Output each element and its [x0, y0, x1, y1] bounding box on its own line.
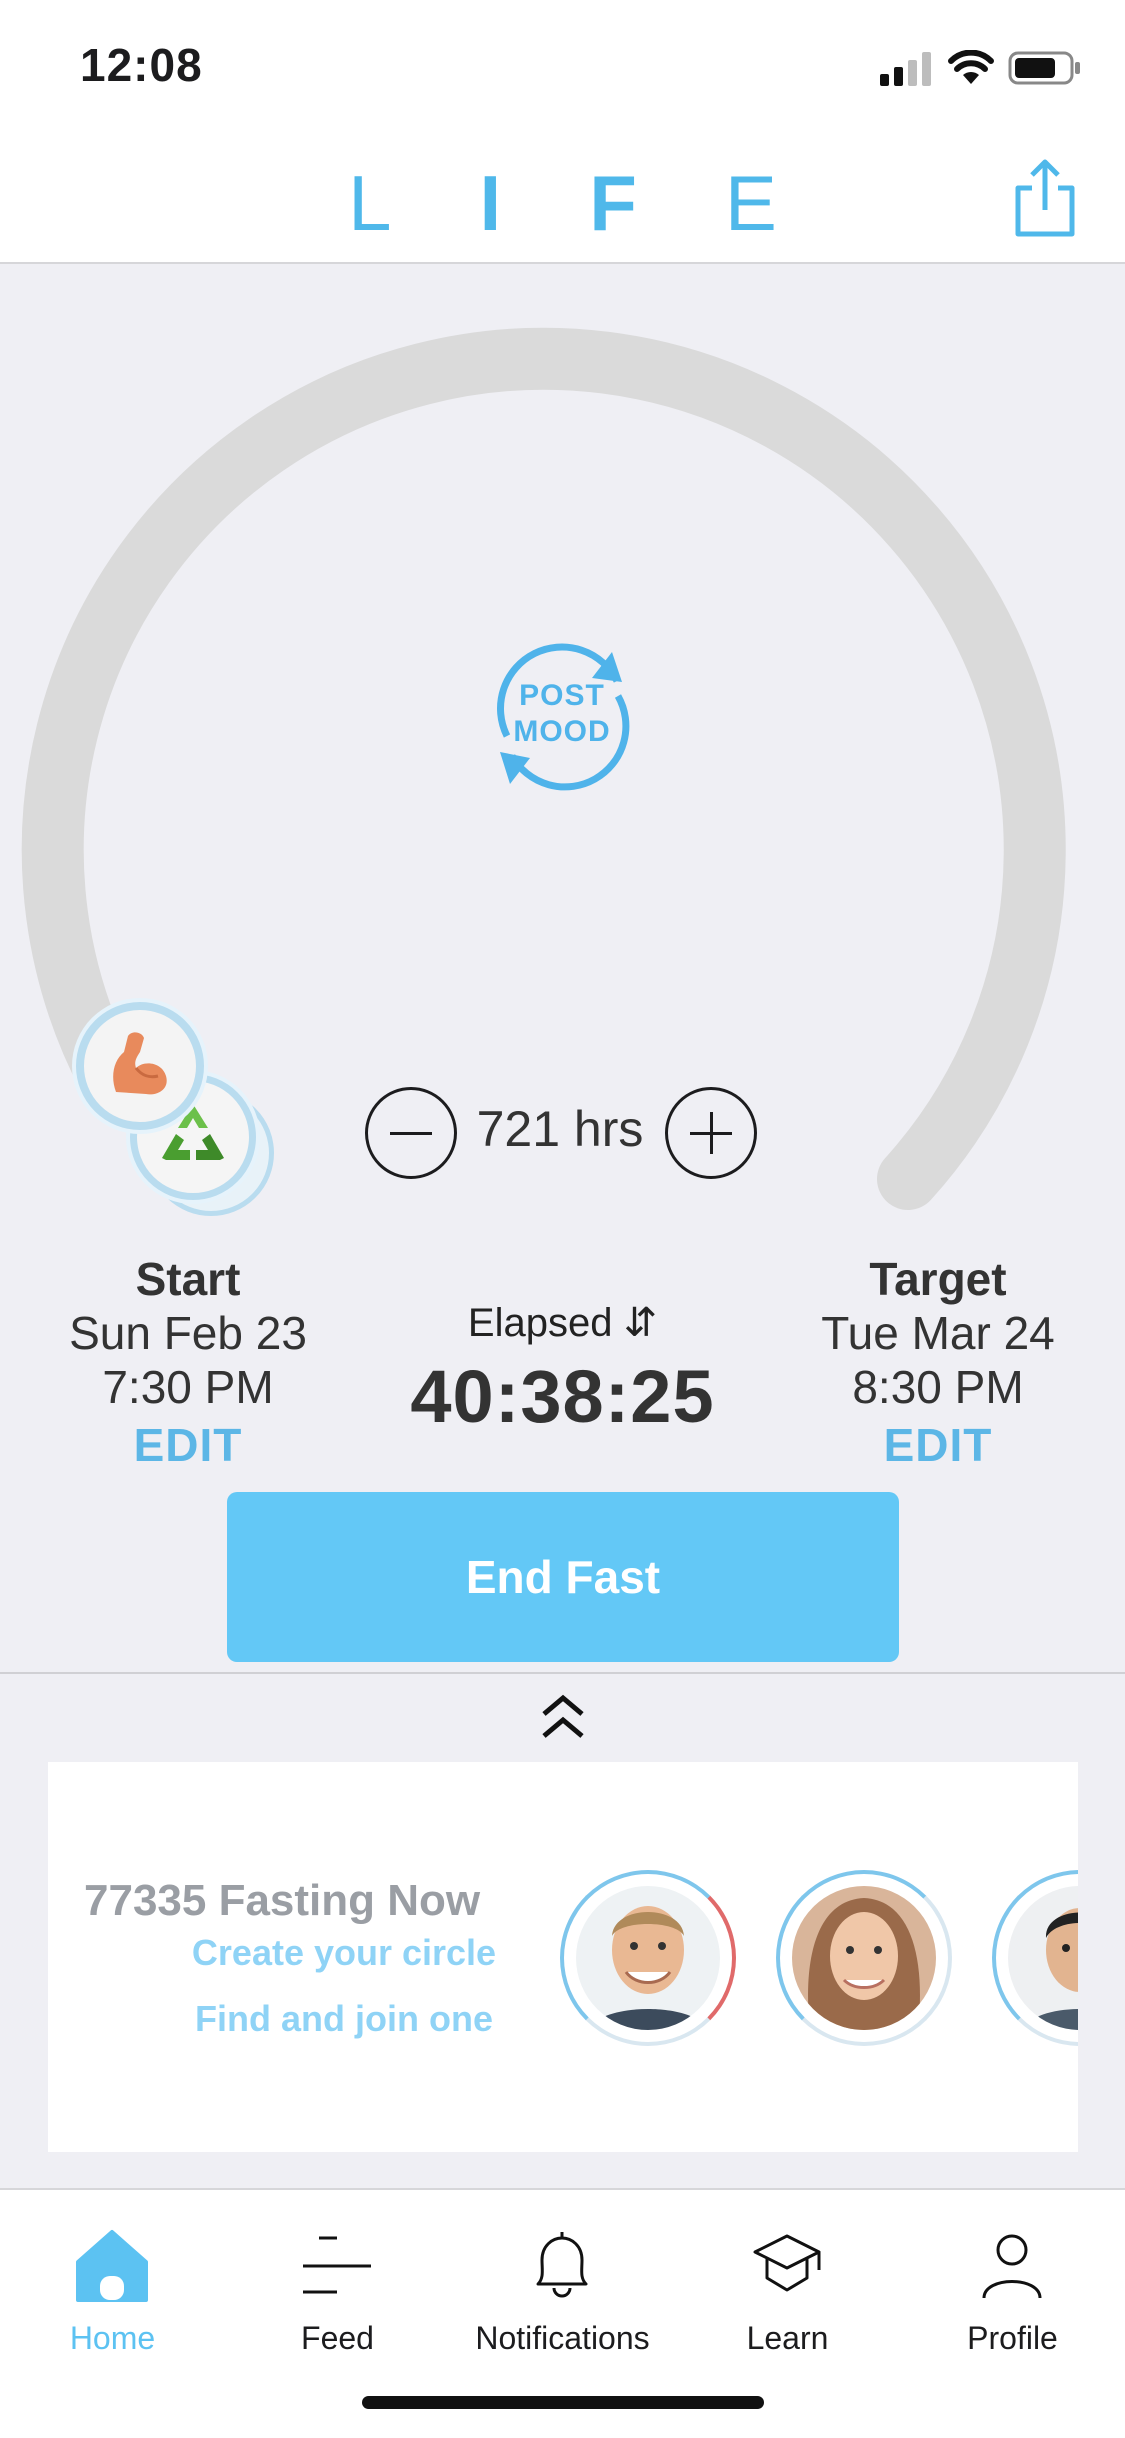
- share-icon[interactable]: [1010, 158, 1080, 238]
- double-chevron-up-icon: [542, 1694, 584, 1738]
- sort-arrows-icon: ⇵: [623, 1301, 658, 1345]
- expand-handle[interactable]: [0, 1672, 1125, 1764]
- tab-profile[interactable]: Profile: [900, 2212, 1125, 2362]
- start-label: Start: [135, 1253, 241, 1305]
- wifi-icon: [948, 50, 994, 84]
- post-mood-line1: POST: [519, 679, 605, 712]
- graduation-cap-icon: [753, 2234, 821, 2292]
- target-date: Tue Mar 24: [821, 1307, 1055, 1359]
- app-logo: LIFE: [0, 158, 1125, 249]
- create-circle-link[interactable]: Create your circle: [84, 1932, 604, 1974]
- home-indicator: [362, 2396, 764, 2409]
- app-header: LIFE: [0, 130, 1125, 264]
- logo-letter-f: F: [589, 159, 725, 247]
- decrease-hours-button[interactable]: [365, 1087, 457, 1179]
- elapsed-label: Elapsed: [467, 1301, 613, 1345]
- logo-letter-i: I: [479, 159, 590, 247]
- post-mood-line2: MOOD: [513, 715, 611, 748]
- end-fast-button[interactable]: End Fast: [227, 1492, 899, 1662]
- fasting-circle-card: 77335 Fasting Now Create your circle Fin…: [48, 1762, 1078, 2152]
- tab-home[interactable]: Home: [0, 2212, 225, 2362]
- signal-icon: [880, 52, 931, 86]
- target-time: 8:30 PM: [852, 1361, 1024, 1413]
- increase-hours-button[interactable]: [665, 1087, 757, 1179]
- minus-icon: [390, 1132, 432, 1135]
- start-info: Start Sun Feb 23 7:30 PM EDIT: [30, 1252, 346, 1472]
- tab-feed-label: Feed: [301, 2320, 374, 2356]
- target-hours: 721 hrs: [476, 1101, 644, 1157]
- start-time: 7:30 PM: [102, 1361, 274, 1413]
- avatar[interactable]: [992, 1870, 1078, 2046]
- tab-profile-label: Profile: [967, 2320, 1058, 2356]
- find-circle-link[interactable]: Find and join one: [84, 1998, 604, 2040]
- feed-icon: [303, 2236, 371, 2294]
- target-label: Target: [869, 1253, 1007, 1305]
- post-mood-label: POST MOOD: [472, 678, 652, 750]
- status-time: 12:08: [80, 39, 203, 91]
- battery-icon: [1008, 51, 1080, 85]
- logo-letter-e: E: [724, 159, 865, 247]
- tab-notifications-label: Notifications: [475, 2320, 650, 2356]
- avatar-photo-man: [576, 1886, 720, 2030]
- fasting-now-count: 77335 Fasting Now: [84, 1876, 481, 1925]
- edit-start-button[interactable]: EDIT: [30, 1418, 346, 1472]
- start-date: Sun Feb 23: [69, 1307, 307, 1359]
- elapsed-time: 40:38:25: [410, 1355, 715, 1438]
- tab-home-label: Home: [69, 2320, 156, 2356]
- avatar[interactable]: [776, 1870, 952, 2046]
- flexed-bicep-icon: [113, 1032, 167, 1095]
- tab-learn[interactable]: Learn: [675, 2212, 900, 2362]
- target-info: Target Tue Mar 24 8:30 PM EDIT: [778, 1252, 1098, 1472]
- avatar[interactable]: [560, 1870, 736, 2046]
- edit-target-button[interactable]: EDIT: [778, 1418, 1098, 1472]
- tab-notifications[interactable]: Notifications: [450, 2212, 675, 2362]
- home-icon: [76, 2230, 148, 2302]
- avatar-photo-woman: [792, 1886, 936, 2030]
- elapsed-toggle[interactable]: Elapsed ⇵: [400, 1300, 725, 1346]
- plus-icon-vertical: [710, 1112, 713, 1154]
- logo-letter-l: L: [348, 159, 480, 247]
- tab-learn-label: Learn: [746, 2320, 829, 2356]
- avatar-photo-man: [1008, 1886, 1078, 2030]
- bell-icon: [536, 2232, 588, 2298]
- profile-icon: [982, 2234, 1042, 2299]
- tab-feed[interactable]: Feed: [225, 2212, 450, 2362]
